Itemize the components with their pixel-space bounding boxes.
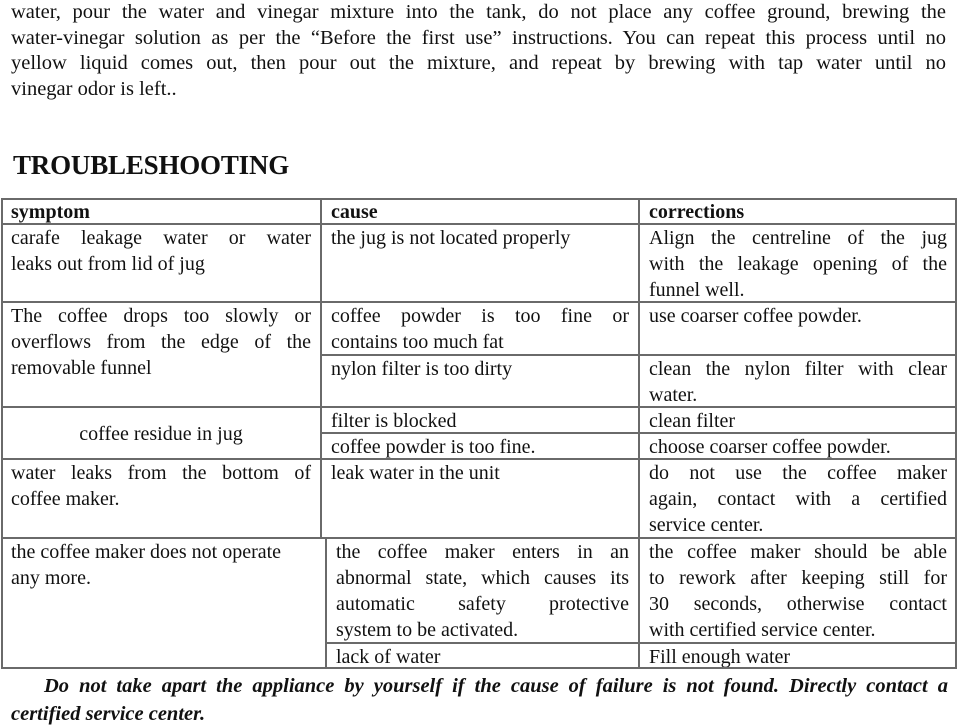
table-row-symptom: water leaks from the bottom of coffee ma… bbox=[1, 459, 321, 538]
table-row-correction: do not use the coffee maker again, conta… bbox=[639, 459, 957, 538]
symptom-line: leaks out from lid of jug bbox=[11, 253, 205, 275]
column-divider bbox=[325, 538, 327, 669]
table-row-cause: filter is blocked bbox=[321, 407, 639, 433]
table-row-correction: choose coarser coffee powder. bbox=[639, 433, 957, 459]
intro-line: vinegar odor is left.. bbox=[11, 77, 177, 100]
table-rule bbox=[1, 458, 957, 460]
table-row-cause: coffee powder is too fine. bbox=[321, 433, 639, 459]
cause-line: automatic safety protective bbox=[336, 593, 629, 615]
table-border-top bbox=[1, 198, 957, 200]
correction-line: the coffee maker should be able bbox=[649, 541, 947, 563]
table-row-cause: the jug is not located properly bbox=[321, 224, 639, 302]
header-corrections-label: corrections bbox=[649, 201, 745, 223]
table-row-cause: lack of water bbox=[326, 643, 639, 669]
symptom-line: The coffee drops too slowly or bbox=[11, 305, 311, 327]
correction-line: clean filter bbox=[649, 410, 736, 432]
warning-line: Do not take apart the appliance by yours… bbox=[44, 675, 948, 697]
header-cause: cause bbox=[321, 198, 639, 224]
table-row-cause: coffee powder is too fine or contains to… bbox=[321, 302, 639, 354]
symptom-line: water leaks from the bottom of bbox=[11, 462, 311, 484]
correction-line: do not use the coffee maker bbox=[649, 462, 947, 484]
table-row-symptom: carafe leakage water or water leaks out … bbox=[1, 224, 321, 302]
cause-line: coffee powder is too fine or bbox=[331, 305, 629, 327]
cause-line: nylon filter is too dirty bbox=[331, 358, 513, 380]
symptom-line: overflows from the edge of the bbox=[11, 331, 311, 353]
table-row-correction: clean the nylon filter with clear water. bbox=[639, 355, 957, 407]
correction-line: service center. bbox=[649, 514, 764, 536]
intro-line: water, pour the water and vinegar mixtur… bbox=[11, 1, 946, 23]
correction-line: Fill enough water bbox=[649, 646, 791, 668]
table-row-correction: Fill enough water bbox=[639, 643, 957, 669]
table-rule bbox=[326, 642, 957, 644]
cause-line: system to be activated. bbox=[336, 619, 519, 641]
column-divider bbox=[638, 198, 640, 669]
warning-note: Do not take apart the appliance by yours… bbox=[11, 672, 948, 728]
table-row-correction: use coarser coffee powder. bbox=[639, 302, 957, 354]
header-cause-label: cause bbox=[331, 201, 378, 223]
correction-line: water. bbox=[649, 384, 698, 406]
correction-line: with the leakage opening of the bbox=[649, 253, 947, 275]
symptom-line: the coffee maker does not operate bbox=[11, 541, 282, 563]
correction-line: Align the centreline of the jug bbox=[649, 227, 947, 249]
intro-paragraph: water, pour the water and vinegar mixtur… bbox=[11, 0, 946, 102]
table-border-bottom bbox=[1, 667, 957, 669]
correction-line: to rework after keeping still for bbox=[649, 567, 947, 589]
symptom-line: any more. bbox=[11, 567, 91, 589]
symptom-line: coffee residue in jug bbox=[79, 422, 243, 445]
cause-line: the coffee maker enters in an bbox=[336, 541, 629, 563]
table-rule bbox=[1, 223, 957, 225]
column-divider bbox=[320, 198, 322, 538]
cause-line: filter is blocked bbox=[331, 410, 457, 432]
warning-line: certified service center. bbox=[11, 703, 206, 725]
correction-line: with certified service center. bbox=[649, 619, 876, 641]
table-row-correction: clean filter bbox=[639, 407, 957, 433]
table-row-symptom: the coffee maker does not operate any mo… bbox=[1, 538, 326, 669]
correction-line: again, contact with a certified bbox=[649, 488, 947, 510]
intro-line: yellow liquid comes out, then pour out t… bbox=[11, 52, 946, 74]
symptom-line: coffee maker. bbox=[11, 488, 120, 510]
header-corrections: corrections bbox=[639, 198, 957, 224]
header-symptom: symptom bbox=[1, 198, 321, 224]
table-row-symptom: The coffee drops too slowly or overflows… bbox=[1, 302, 321, 407]
intro-line: water-vinegar solution as per the “Befor… bbox=[11, 26, 946, 49]
table-border-right bbox=[955, 198, 957, 669]
troubleshooting-table: symptom cause corrections carafe leakage… bbox=[1, 198, 957, 669]
correction-line: choose coarser coffee powder. bbox=[649, 436, 891, 458]
cause-line: coffee powder is too fine. bbox=[331, 436, 536, 458]
cause-line: abnormal state, which causes its bbox=[336, 567, 629, 589]
table-row-correction: Align the centreline of the jug with the… bbox=[639, 224, 957, 302]
table-rule bbox=[1, 301, 957, 303]
table-row-cause: the coffee maker enters in an abnormal s… bbox=[326, 538, 639, 643]
correction-line: use coarser coffee powder. bbox=[649, 305, 862, 327]
table-rule bbox=[1, 406, 957, 408]
correction-line: funnel well. bbox=[649, 279, 745, 301]
cause-line: the jug is not located properly bbox=[331, 227, 571, 249]
table-row-symptom: coffee residue in jug bbox=[1, 407, 321, 459]
cause-line: contains too much fat bbox=[331, 331, 504, 353]
cause-line: lack of water bbox=[336, 646, 441, 668]
symptom-line: carafe leakage water or water bbox=[11, 227, 311, 249]
table-row-cause: nylon filter is too dirty bbox=[321, 355, 639, 407]
symptom-line: removable funnel bbox=[11, 357, 152, 379]
table-row-cause: leak water in the unit bbox=[321, 459, 639, 538]
cause-line: leak water in the unit bbox=[331, 462, 500, 484]
header-symptom-label: symptom bbox=[11, 201, 90, 223]
table-rule bbox=[1, 537, 957, 539]
correction-line: 30 seconds, otherwise contact bbox=[649, 593, 947, 615]
table-row-correction: the coffee maker should be able to rewor… bbox=[639, 538, 957, 643]
table-border-left bbox=[1, 198, 3, 669]
correction-line: clean the nylon filter with clear bbox=[649, 358, 947, 380]
section-heading: TROUBLESHOOTING bbox=[13, 150, 290, 180]
